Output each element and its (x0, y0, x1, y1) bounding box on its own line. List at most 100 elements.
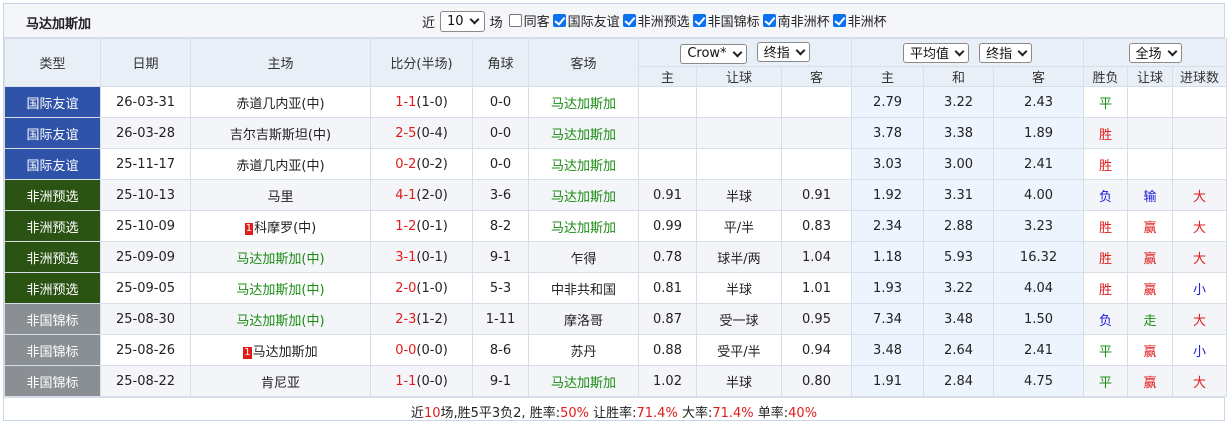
corner-score: 0-0 (472, 86, 529, 118)
table-row[interactable]: 国际友谊 26-03-28 吉尔吉斯斯坦(中) 2-5(0-4) 0-0 马达加斯加 3.7… (4, 117, 1228, 149)
checkbox-checked-icon[interactable] (832, 14, 846, 27)
filter-checkbox-0[interactable]: 同客 (508, 11, 550, 30)
away-team[interactable]: 马达加斯加 (528, 210, 639, 242)
match-type[interactable]: 非洲预选 (4, 210, 101, 242)
table-row[interactable]: 非国锦标 25-08-22 肯尼亚 1-1(0-0) 9-1 马达加斯加 1.02 半球 0.8… (4, 365, 1228, 397)
goals-result (1172, 117, 1228, 149)
checkbox-checked-icon[interactable] (762, 14, 776, 27)
match-type[interactable]: 非国锦标 (4, 303, 101, 335)
table-row[interactable]: 非国锦标 25-08-26 1 马达加斯加 0-0(0-0) 8-6 苏丹 0.88 受平/半 0… (4, 334, 1228, 366)
summary-win-rate: 50% (560, 406, 589, 421)
handicap-line (696, 86, 782, 118)
match-score[interactable]: 0-0(0-0) (370, 334, 473, 366)
panel-header: 马达加斯加 近 10 场 同客 国际友谊 非洲预选 非国锦标 南非洲杯 非洲杯 (4, 4, 1224, 38)
home-team[interactable]: 肯尼亚 (190, 365, 371, 397)
home-team-name: 马里 (267, 189, 294, 205)
match-type[interactable]: 国际友谊 (4, 117, 101, 149)
away-team[interactable]: 马达加斯加 (528, 179, 639, 211)
match-score[interactable]: 1-2(0-1) (370, 210, 473, 242)
match-type[interactable]: 非洲预选 (4, 272, 101, 304)
euro-home-odds: 2.34 (851, 210, 925, 242)
home-team[interactable]: 吉尔吉斯斯坦(中) (190, 117, 371, 149)
checkbox-unchecked-icon[interactable] (508, 14, 522, 27)
euro-draw-odds: 3.22 (923, 86, 995, 118)
home-team[interactable]: 赤道几内亚(中) (190, 86, 371, 118)
euro-mode-select[interactable]: 终指 (979, 42, 1033, 63)
recent-count-select[interactable]: 10 (440, 10, 485, 32)
goals-result: 小 (1172, 272, 1228, 304)
handicap-away-odds (780, 86, 853, 118)
company-select[interactable]: Crow* (680, 43, 747, 64)
handicap-result: 赢 (1127, 365, 1174, 397)
col-result: 胜负 (1083, 66, 1129, 87)
home-team[interactable]: 1 科摩罗(中) (190, 210, 371, 242)
home-team[interactable]: 马达加斯加(中) (190, 303, 371, 335)
away-team[interactable]: 马达加斯加 (528, 86, 639, 118)
home-team[interactable]: 马达加斯加(中) (190, 241, 371, 273)
rank-badge: 1 (244, 222, 254, 235)
company-select-value: Crow* (687, 46, 727, 61)
handicap-result (1127, 117, 1174, 149)
full-score: 2-3 (395, 311, 417, 327)
away-team[interactable]: 苏丹 (528, 334, 639, 366)
home-team[interactable]: 马达加斯加(中) (190, 272, 371, 304)
match-score[interactable]: 2-3(1-2) (370, 303, 473, 335)
table-row[interactable]: 国际友谊 26-03-31 赤道几内亚(中) 1-1(1-0) 0-0 马达加斯加 2.79… (4, 86, 1228, 118)
home-team-name: 赤道几内亚(中) (236, 96, 325, 112)
table-row[interactable]: 非洲预选 25-10-09 1 科摩罗(中) 1-2(0-1) 8-2 马达加斯加 0.99 平… (4, 210, 1228, 242)
match-score[interactable]: 2-0(1-0) (370, 272, 473, 304)
match-score[interactable]: 0-2(0-2) (370, 148, 473, 180)
table-row[interactable]: 非国锦标 25-08-30 马达加斯加(中) 2-3(1-2) 1-11 摩洛哥 0.87 受… (4, 303, 1228, 335)
col-h-away: 客 (780, 66, 853, 87)
chevron-down-icon (469, 14, 480, 25)
match-type[interactable]: 国际友谊 (4, 86, 101, 118)
handicap-mode-select[interactable]: 终指 (756, 41, 810, 62)
home-team[interactable]: 赤道几内亚(中) (190, 148, 371, 180)
match-score[interactable]: 1-1(0-0) (370, 365, 473, 397)
away-team[interactable]: 乍得 (528, 241, 639, 273)
home-team[interactable]: 马里 (190, 179, 371, 211)
away-team[interactable]: 摩洛哥 (528, 303, 639, 335)
match-type[interactable]: 非洲预选 (4, 179, 101, 211)
handicap-home-odds (638, 148, 697, 180)
checkbox-checked-icon[interactable] (692, 14, 706, 27)
away-team[interactable]: 马达加斯加 (528, 148, 639, 180)
half-score: (1-0) (416, 280, 448, 296)
avg-select[interactable]: 平均值 (902, 42, 969, 63)
away-team[interactable]: 马达加斯加 (528, 117, 639, 149)
checkbox-checked-icon[interactable] (552, 14, 566, 27)
filter-label: 非洲预选 (637, 15, 690, 30)
recent-count-value: 10 (447, 13, 464, 29)
match-type[interactable]: 非国锦标 (4, 365, 101, 397)
euro-home-odds: 2.79 (851, 86, 925, 118)
filter-checkbox-4[interactable]: 南非洲杯 (762, 11, 830, 30)
euro-draw-odds: 2.84 (923, 365, 995, 397)
filter-checkbox-3[interactable]: 非国锦标 (692, 11, 760, 30)
match-type[interactable]: 国际友谊 (4, 148, 101, 180)
filter-checkbox-1[interactable]: 国际友谊 (552, 11, 620, 30)
half-score: (0-0) (416, 342, 448, 358)
match-type[interactable]: 非国锦标 (4, 334, 101, 366)
euro-away-odds: 4.00 (993, 179, 1085, 211)
filter-checkbox-2[interactable]: 非洲预选 (622, 11, 690, 30)
home-team[interactable]: 1 马达加斯加 (190, 334, 371, 366)
table-row[interactable]: 非洲预选 25-09-05 马达加斯加(中) 2-0(1-0) 5-3 中非共和国 0.81… (4, 272, 1228, 304)
match-score[interactable]: 2-5(0-4) (370, 117, 473, 149)
away-team[interactable]: 中非共和国 (528, 272, 639, 304)
match-score[interactable]: 3-1(0-1) (370, 241, 473, 273)
match-type[interactable]: 非洲预选 (4, 241, 101, 273)
half-score: (1-0) (416, 94, 448, 110)
table-row[interactable]: 非洲预选 25-09-09 马达加斯加(中) 3-1(0-1) 9-1 乍得 0.78 球半/… (4, 241, 1228, 273)
checkbox-checked-icon[interactable] (622, 14, 636, 27)
scope-select[interactable]: 全场 (1128, 42, 1182, 63)
handicap-result (1127, 148, 1174, 180)
goals-result (1172, 86, 1228, 118)
col-h-line: 让球 (696, 66, 782, 87)
table-row[interactable]: 国际友谊 25-11-17 赤道几内亚(中) 0-2(0-2) 0-0 马达加斯加 3.03… (4, 148, 1228, 180)
table-row[interactable]: 非洲预选 25-10-13 马里 4-1(2-0) 3-6 马达加斯加 0.91 半球 0.91… (4, 179, 1228, 211)
away-team[interactable]: 马达加斯加 (528, 365, 639, 397)
match-score[interactable]: 4-1(2-0) (370, 179, 473, 211)
filter-checkbox-5[interactable]: 非洲杯 (832, 11, 887, 30)
euro-away-odds: 1.50 (993, 303, 1085, 335)
match-score[interactable]: 1-1(1-0) (370, 86, 473, 118)
